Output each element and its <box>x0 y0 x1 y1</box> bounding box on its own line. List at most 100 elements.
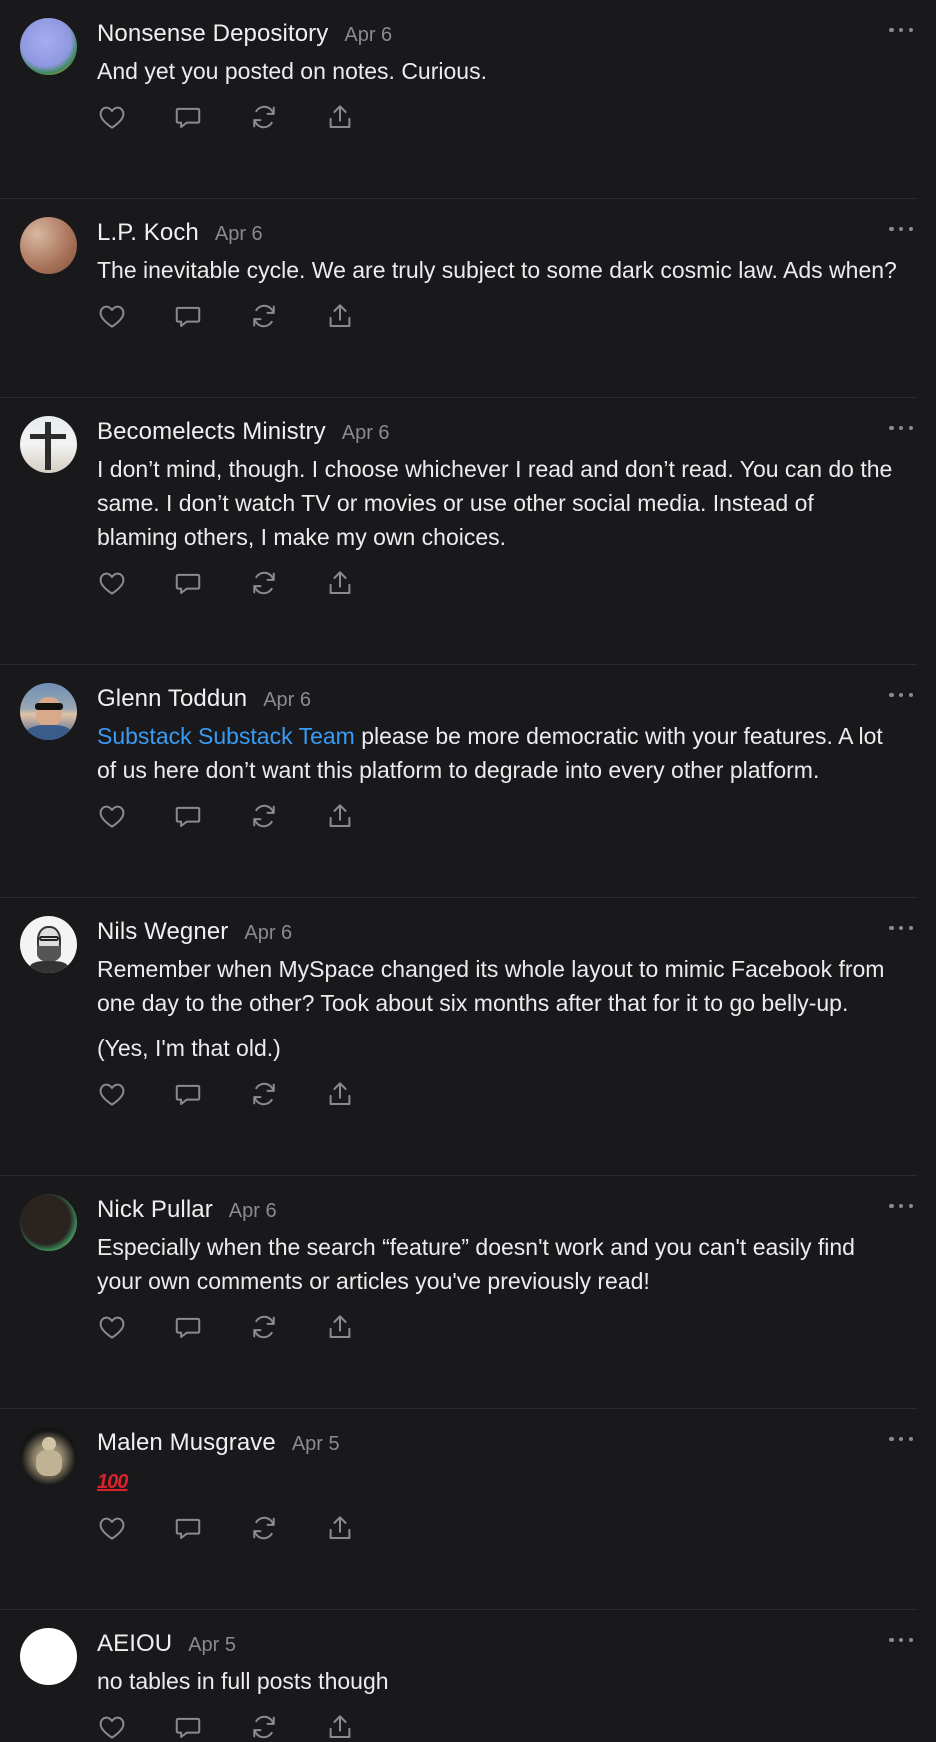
comment-item: L.P. Koch Apr 6 The inevitable cycle. We a… <box>0 199 917 398</box>
avatar[interactable] <box>20 1427 77 1484</box>
avatar[interactable] <box>20 1194 77 1251</box>
share-icon <box>325 102 355 137</box>
restack-button[interactable] <box>249 801 325 835</box>
restack-icon <box>249 301 279 336</box>
comment-paragraph: no tables in full posts though <box>97 1668 389 1694</box>
author-name[interactable]: Nils Wegner <box>97 918 228 946</box>
reply-button[interactable] <box>173 102 249 136</box>
comment-date[interactable]: Apr 6 <box>229 1200 277 1223</box>
restack-button[interactable] <box>249 1312 325 1346</box>
restack-button[interactable] <box>249 1712 325 1742</box>
avatar[interactable] <box>20 683 77 740</box>
comment-date[interactable]: Apr 6 <box>344 24 392 47</box>
comment-actions <box>97 1065 897 1175</box>
avatar[interactable] <box>20 18 77 75</box>
reply-button[interactable] <box>173 1079 249 1113</box>
avatar[interactable] <box>20 217 77 274</box>
more-dots-icon[interactable] <box>889 24 913 36</box>
comment-text: 100 <box>97 1463 897 1499</box>
more-dots-icon[interactable] <box>889 223 913 235</box>
comment-header: Becomelects Ministry Apr 6 <box>97 416 897 452</box>
comment-header: Nick Pullar Apr 6 <box>97 1194 897 1230</box>
author-name[interactable]: Glenn Toddun <box>97 685 247 713</box>
speech-bubble-icon <box>173 102 203 137</box>
comment-date[interactable]: Apr 5 <box>292 1433 340 1456</box>
comment-header: Nils Wegner Apr 6 <box>97 916 897 952</box>
author-name[interactable]: Malen Musgrave <box>97 1429 276 1457</box>
like-button[interactable] <box>97 1079 173 1113</box>
restack-button[interactable] <box>249 301 325 335</box>
like-button[interactable] <box>97 1513 173 1547</box>
restack-icon <box>249 568 279 603</box>
comment-text: I don’t mind, though. I choose whichever… <box>97 452 897 554</box>
restack-button[interactable] <box>249 1513 325 1547</box>
share-button[interactable] <box>325 568 401 602</box>
comment-paragraph: I don’t mind, though. I choose whichever… <box>97 456 893 550</box>
more-dots-icon[interactable] <box>889 1634 913 1646</box>
comment-date[interactable]: Apr 6 <box>263 689 311 712</box>
like-button[interactable] <box>97 1312 173 1346</box>
share-icon <box>325 1513 355 1548</box>
like-button[interactable] <box>97 102 173 136</box>
reply-button[interactable] <box>173 1513 249 1547</box>
reply-button[interactable] <box>173 301 249 335</box>
comment-text: The inevitable cycle. We are truly subje… <box>97 253 897 287</box>
share-button[interactable] <box>325 1712 401 1742</box>
comment-header: Malen Musgrave Apr 5 <box>97 1427 897 1463</box>
speech-bubble-icon <box>173 801 203 836</box>
speech-bubble-icon <box>173 301 203 336</box>
comment-date[interactable]: Apr 6 <box>244 922 292 945</box>
comment-text: Substack Substack Team please be more de… <box>97 719 897 787</box>
author-name[interactable]: L.P. Koch <box>97 219 199 247</box>
share-button[interactable] <box>325 801 401 835</box>
comment-item: Malen Musgrave Apr 5 100 <box>0 1409 917 1610</box>
comment-header: AEIOU Apr 5 <box>97 1628 897 1664</box>
comment-paragraph: And yet you posted on notes. Curious. <box>97 58 487 84</box>
more-dots-icon[interactable] <box>889 422 913 434</box>
share-button[interactable] <box>325 301 401 335</box>
comment-feed: Nonsense Depository Apr 6 And yet you post… <box>0 0 936 1742</box>
reply-button[interactable] <box>173 801 249 835</box>
more-dots-icon[interactable] <box>889 1433 913 1445</box>
mention-link[interactable]: Substack Substack Team <box>97 723 355 749</box>
more-dots-icon[interactable] <box>889 1200 913 1212</box>
reply-button[interactable] <box>173 1312 249 1346</box>
share-button[interactable] <box>325 102 401 136</box>
more-dots-icon[interactable] <box>889 922 913 934</box>
comment-paragraph: 100 <box>97 1463 897 1499</box>
avatar[interactable] <box>20 916 77 973</box>
restack-button[interactable] <box>249 1079 325 1113</box>
like-button[interactable] <box>97 1712 173 1742</box>
comment-item: Nonsense Depository Apr 6 And yet you post… <box>0 0 917 199</box>
share-button[interactable] <box>325 1513 401 1547</box>
restack-button[interactable] <box>249 102 325 136</box>
restack-icon <box>249 1712 279 1742</box>
restack-icon <box>249 1513 279 1548</box>
share-icon <box>325 1312 355 1347</box>
author-name[interactable]: Nick Pullar <box>97 1196 213 1224</box>
comment-date[interactable]: Apr 6 <box>215 223 263 246</box>
share-button[interactable] <box>325 1079 401 1113</box>
like-button[interactable] <box>97 301 173 335</box>
comment-actions <box>97 787 897 897</box>
share-icon <box>325 801 355 836</box>
restack-button[interactable] <box>249 568 325 602</box>
heart-icon <box>97 1079 127 1114</box>
author-name[interactable]: Becomelects Ministry <box>97 418 326 446</box>
restack-icon <box>249 801 279 836</box>
comment-date[interactable]: Apr 5 <box>188 1634 236 1657</box>
author-name[interactable]: AEIOU <box>97 1630 172 1658</box>
more-dots-icon[interactable] <box>889 689 913 701</box>
reply-button[interactable] <box>173 568 249 602</box>
comment-date[interactable]: Apr 6 <box>342 422 390 445</box>
like-button[interactable] <box>97 568 173 602</box>
comment-header: Nonsense Depository Apr 6 <box>97 18 897 54</box>
share-button[interactable] <box>325 1312 401 1346</box>
like-button[interactable] <box>97 801 173 835</box>
author-name[interactable]: Nonsense Depository <box>97 20 328 48</box>
avatar[interactable] <box>20 1628 77 1685</box>
avatar[interactable] <box>20 416 77 473</box>
restack-icon <box>249 1079 279 1114</box>
comment-header: Glenn Toddun Apr 6 <box>97 683 897 719</box>
reply-button[interactable] <box>173 1712 249 1742</box>
